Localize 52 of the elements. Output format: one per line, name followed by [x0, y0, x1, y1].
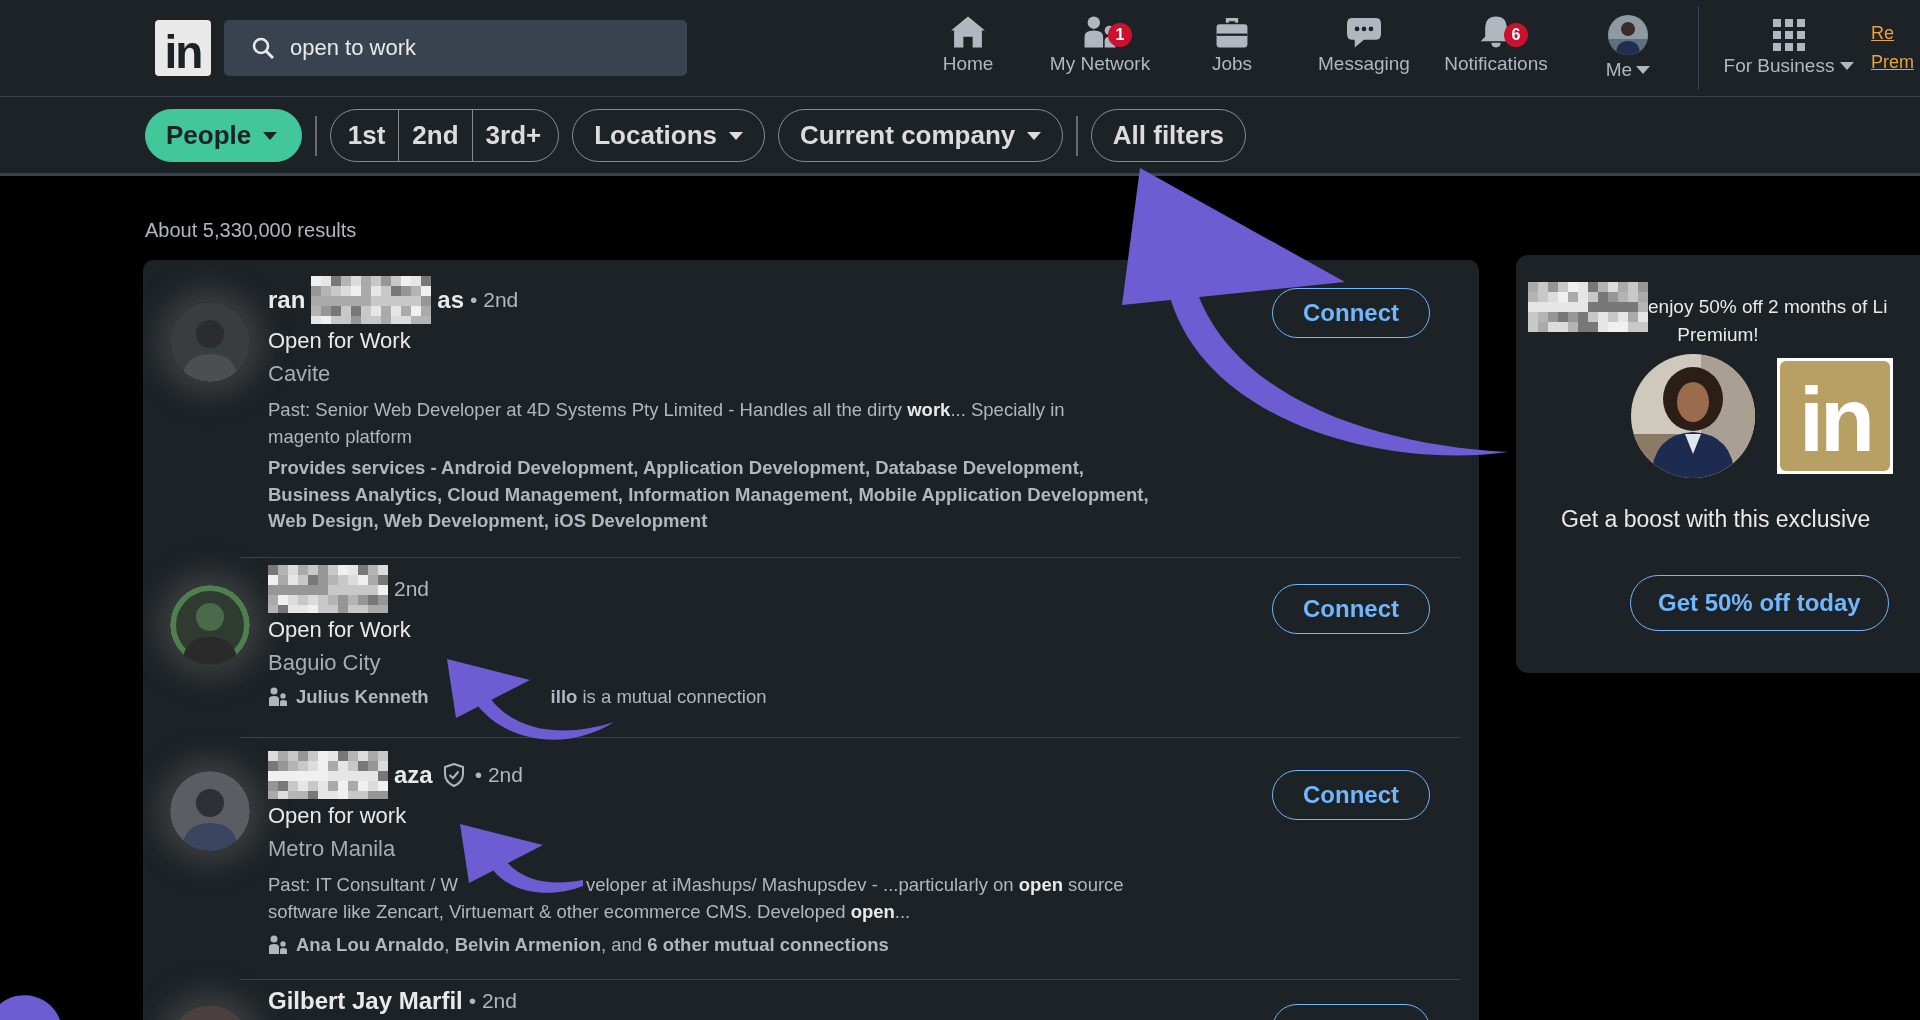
premium-logo: in	[1777, 358, 1893, 474]
headline: Open for Work	[268, 615, 412, 644]
connection-filter[interactable]: 2nd	[398, 110, 472, 161]
search-field[interactable]: open to work	[224, 20, 687, 76]
connect-button[interactable]: Connect	[1272, 769, 1430, 820]
summary-text: veloper at iMashups/ Mashupsdev - ...particularly on open source	[585, 872, 1124, 897]
person-name[interactable]: aza	[394, 760, 433, 789]
connection-filter[interactable]: 3rd+	[471, 110, 559, 161]
chat-icon	[1345, 15, 1383, 49]
location: Metro Manila	[268, 834, 397, 863]
apps-grid-icon	[1773, 19, 1805, 51]
for-business-menu[interactable]: For Business	[1713, 19, 1865, 77]
notification-badge: 6	[1504, 23, 1528, 47]
headline: Open for work	[268, 801, 408, 830]
nav-item[interactable]: 1 My Network	[1034, 15, 1166, 81]
connection-filter[interactable]: 1st	[330, 110, 399, 161]
nav-item[interactable]: 6 Notifications	[1430, 15, 1562, 81]
promo-text: Get a boost with this exclusive	[1561, 506, 1872, 533]
connection-degree: 2nd	[394, 576, 430, 601]
location: Baguio City	[268, 648, 382, 677]
nav-item[interactable]: Messaging	[1298, 15, 1430, 81]
notification-badge: 1	[1108, 23, 1132, 47]
nav-item[interactable]: Jobs	[1166, 15, 1298, 81]
search-icon	[252, 37, 274, 59]
person-name[interactable]: ran	[268, 286, 306, 314]
person-name[interactable]: Gilbert Jay Marfil	[268, 986, 463, 1015]
headline: Open for Work	[268, 327, 412, 355]
connect-button[interactable]: Connect	[1272, 583, 1430, 634]
connection-degree: • 2nd	[470, 288, 519, 312]
services-text: Provides services - Android Development, Application Development, Database Development, Business Analytics, Cloud Management, Information Management, Mobile Application Development, Web Design, Web Development, iOS Development	[268, 456, 1150, 533]
premium-link[interactable]: Prem	[1871, 52, 1914, 73]
people-icon	[268, 686, 288, 707]
summary-text: Past: IT Consultant / W	[268, 872, 458, 897]
summary-text: software like Zencart, Virtuemart & other ecommerce CMS. Developed open...	[268, 899, 911, 924]
location: Cavite	[268, 360, 332, 388]
people-icon	[268, 934, 288, 955]
logo[interactable]: in	[155, 20, 211, 76]
nav-item[interactable]: Me	[1562, 15, 1694, 81]
home-icon	[949, 15, 987, 49]
premium-link[interactable]: Re	[1871, 23, 1914, 44]
filter-button[interactable]: People	[145, 109, 303, 162]
connection-degree: • 2nd	[474, 762, 523, 787]
person-name[interactable]: as	[437, 286, 465, 314]
promo-headline: enjoy 50% off 2 months of Li	[1648, 296, 1888, 318]
results-count: About 5,330,000 results	[144, 218, 358, 243]
promo-headline: Premium!	[1677, 324, 1759, 345]
mutual-connections[interactable]: Julius Kenneth	[296, 684, 429, 709]
summary-text: Past: Senior Web Developer at 4D Systems Pty Limited - Handles all the dirty work... Specially in magento platform	[268, 398, 1066, 449]
mutual-connections[interactable]: Ana Lou Arnaldo, Belvin Armenion, and 6 other mutual connections	[296, 932, 889, 957]
nav-item[interactable]: Home	[902, 15, 1034, 81]
mutual-connections[interactable]: illo is a mutual connection	[550, 684, 767, 709]
connection-degree: • 2nd	[468, 988, 517, 1013]
